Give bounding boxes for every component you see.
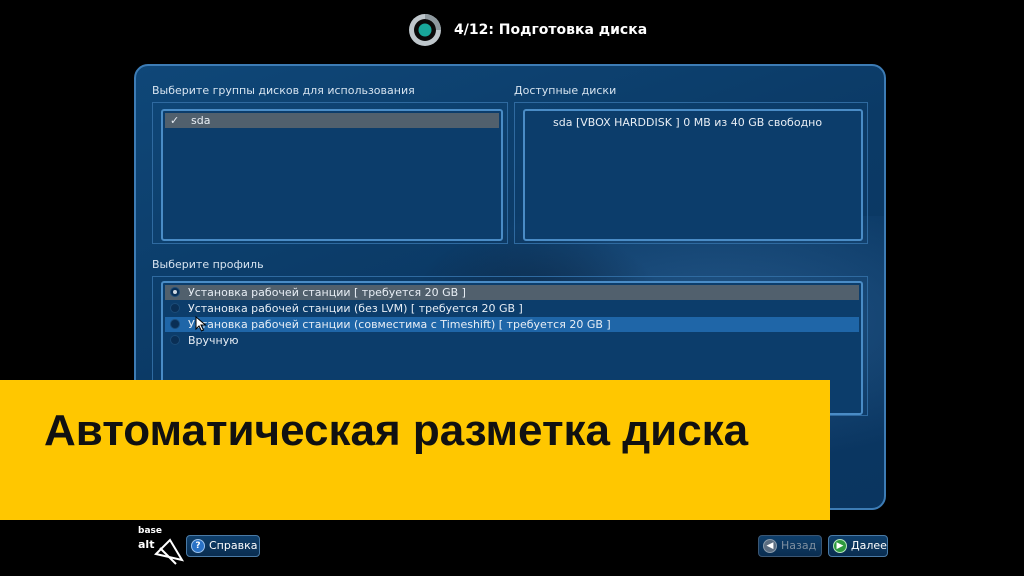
disk-group-name: sda: [191, 114, 211, 127]
profile-option[interactable]: Установка рабочей станции (совместима с …: [165, 317, 859, 332]
help-icon: ?: [191, 539, 205, 553]
next-button[interactable]: ▶ Далее: [828, 535, 888, 557]
disk-groups-label: Выберите группы дисков для использования: [152, 84, 415, 97]
disk-group-item-sda[interactable]: ✓ sda: [165, 113, 499, 128]
profile-option[interactable]: Установка рабочей станции (без LVM) [ тр…: [165, 301, 859, 316]
mouse-pointer-icon: [195, 316, 207, 332]
radio-icon[interactable]: [170, 303, 180, 313]
disk-groups-group: ✓ sda: [152, 102, 508, 244]
arrow-left-icon: ◀: [763, 539, 777, 553]
top-bar: 4/12: Подготовка диска: [0, 0, 1024, 60]
radio-selected-icon[interactable]: [170, 287, 180, 297]
available-disks-label: Доступные диски: [514, 84, 617, 97]
available-disks-list[interactable]: sda [VBOX HARDDISK ] 0 MB из 40 GB свобо…: [523, 109, 863, 241]
profile-option-label: Установка рабочей станции (совместима с …: [188, 318, 611, 331]
disk-groups-list[interactable]: ✓ sda: [161, 109, 503, 241]
logo-text-top: base: [138, 526, 162, 536]
profile-option-label: Установка рабочей станции [ требуется 20…: [188, 286, 466, 299]
title-banner: Автоматическая разметка диска: [0, 380, 830, 520]
profile-option[interactable]: Установка рабочей станции [ требуется 20…: [165, 285, 859, 300]
arrow-right-icon: ▶: [833, 539, 847, 553]
logo-text-bottom: alt: [138, 538, 155, 551]
help-button[interactable]: ? Справка: [186, 535, 260, 557]
next-button-label: Далее: [851, 539, 887, 552]
profile-option[interactable]: Вручную: [165, 333, 859, 348]
back-button[interactable]: ◀ Назад: [758, 535, 822, 557]
checkbox-check-icon[interactable]: ✓: [170, 113, 179, 128]
help-button-label: Справка: [209, 539, 258, 552]
available-disks-group: sda [VBOX HARDDISK ] 0 MB из 40 GB свобо…: [514, 102, 868, 244]
radio-icon[interactable]: [170, 335, 180, 345]
back-button-label: Назад: [781, 539, 817, 552]
base-alt-logo: base alt: [136, 526, 186, 566]
radio-icon[interactable]: [170, 319, 180, 329]
profile-option-label: Установка рабочей станции (без LVM) [ тр…: [188, 302, 523, 315]
profile-option-label: Вручную: [188, 334, 239, 347]
step-title: 4/12: Подготовка диска: [454, 22, 648, 38]
banner-title: Автоматическая разметка диска: [44, 406, 749, 455]
profile-label: Выберите профиль: [152, 258, 264, 271]
installer-logo-icon: [409, 14, 441, 46]
available-disk-item[interactable]: sda [VBOX HARDDISK ] 0 MB из 40 GB свобо…: [553, 115, 859, 130]
